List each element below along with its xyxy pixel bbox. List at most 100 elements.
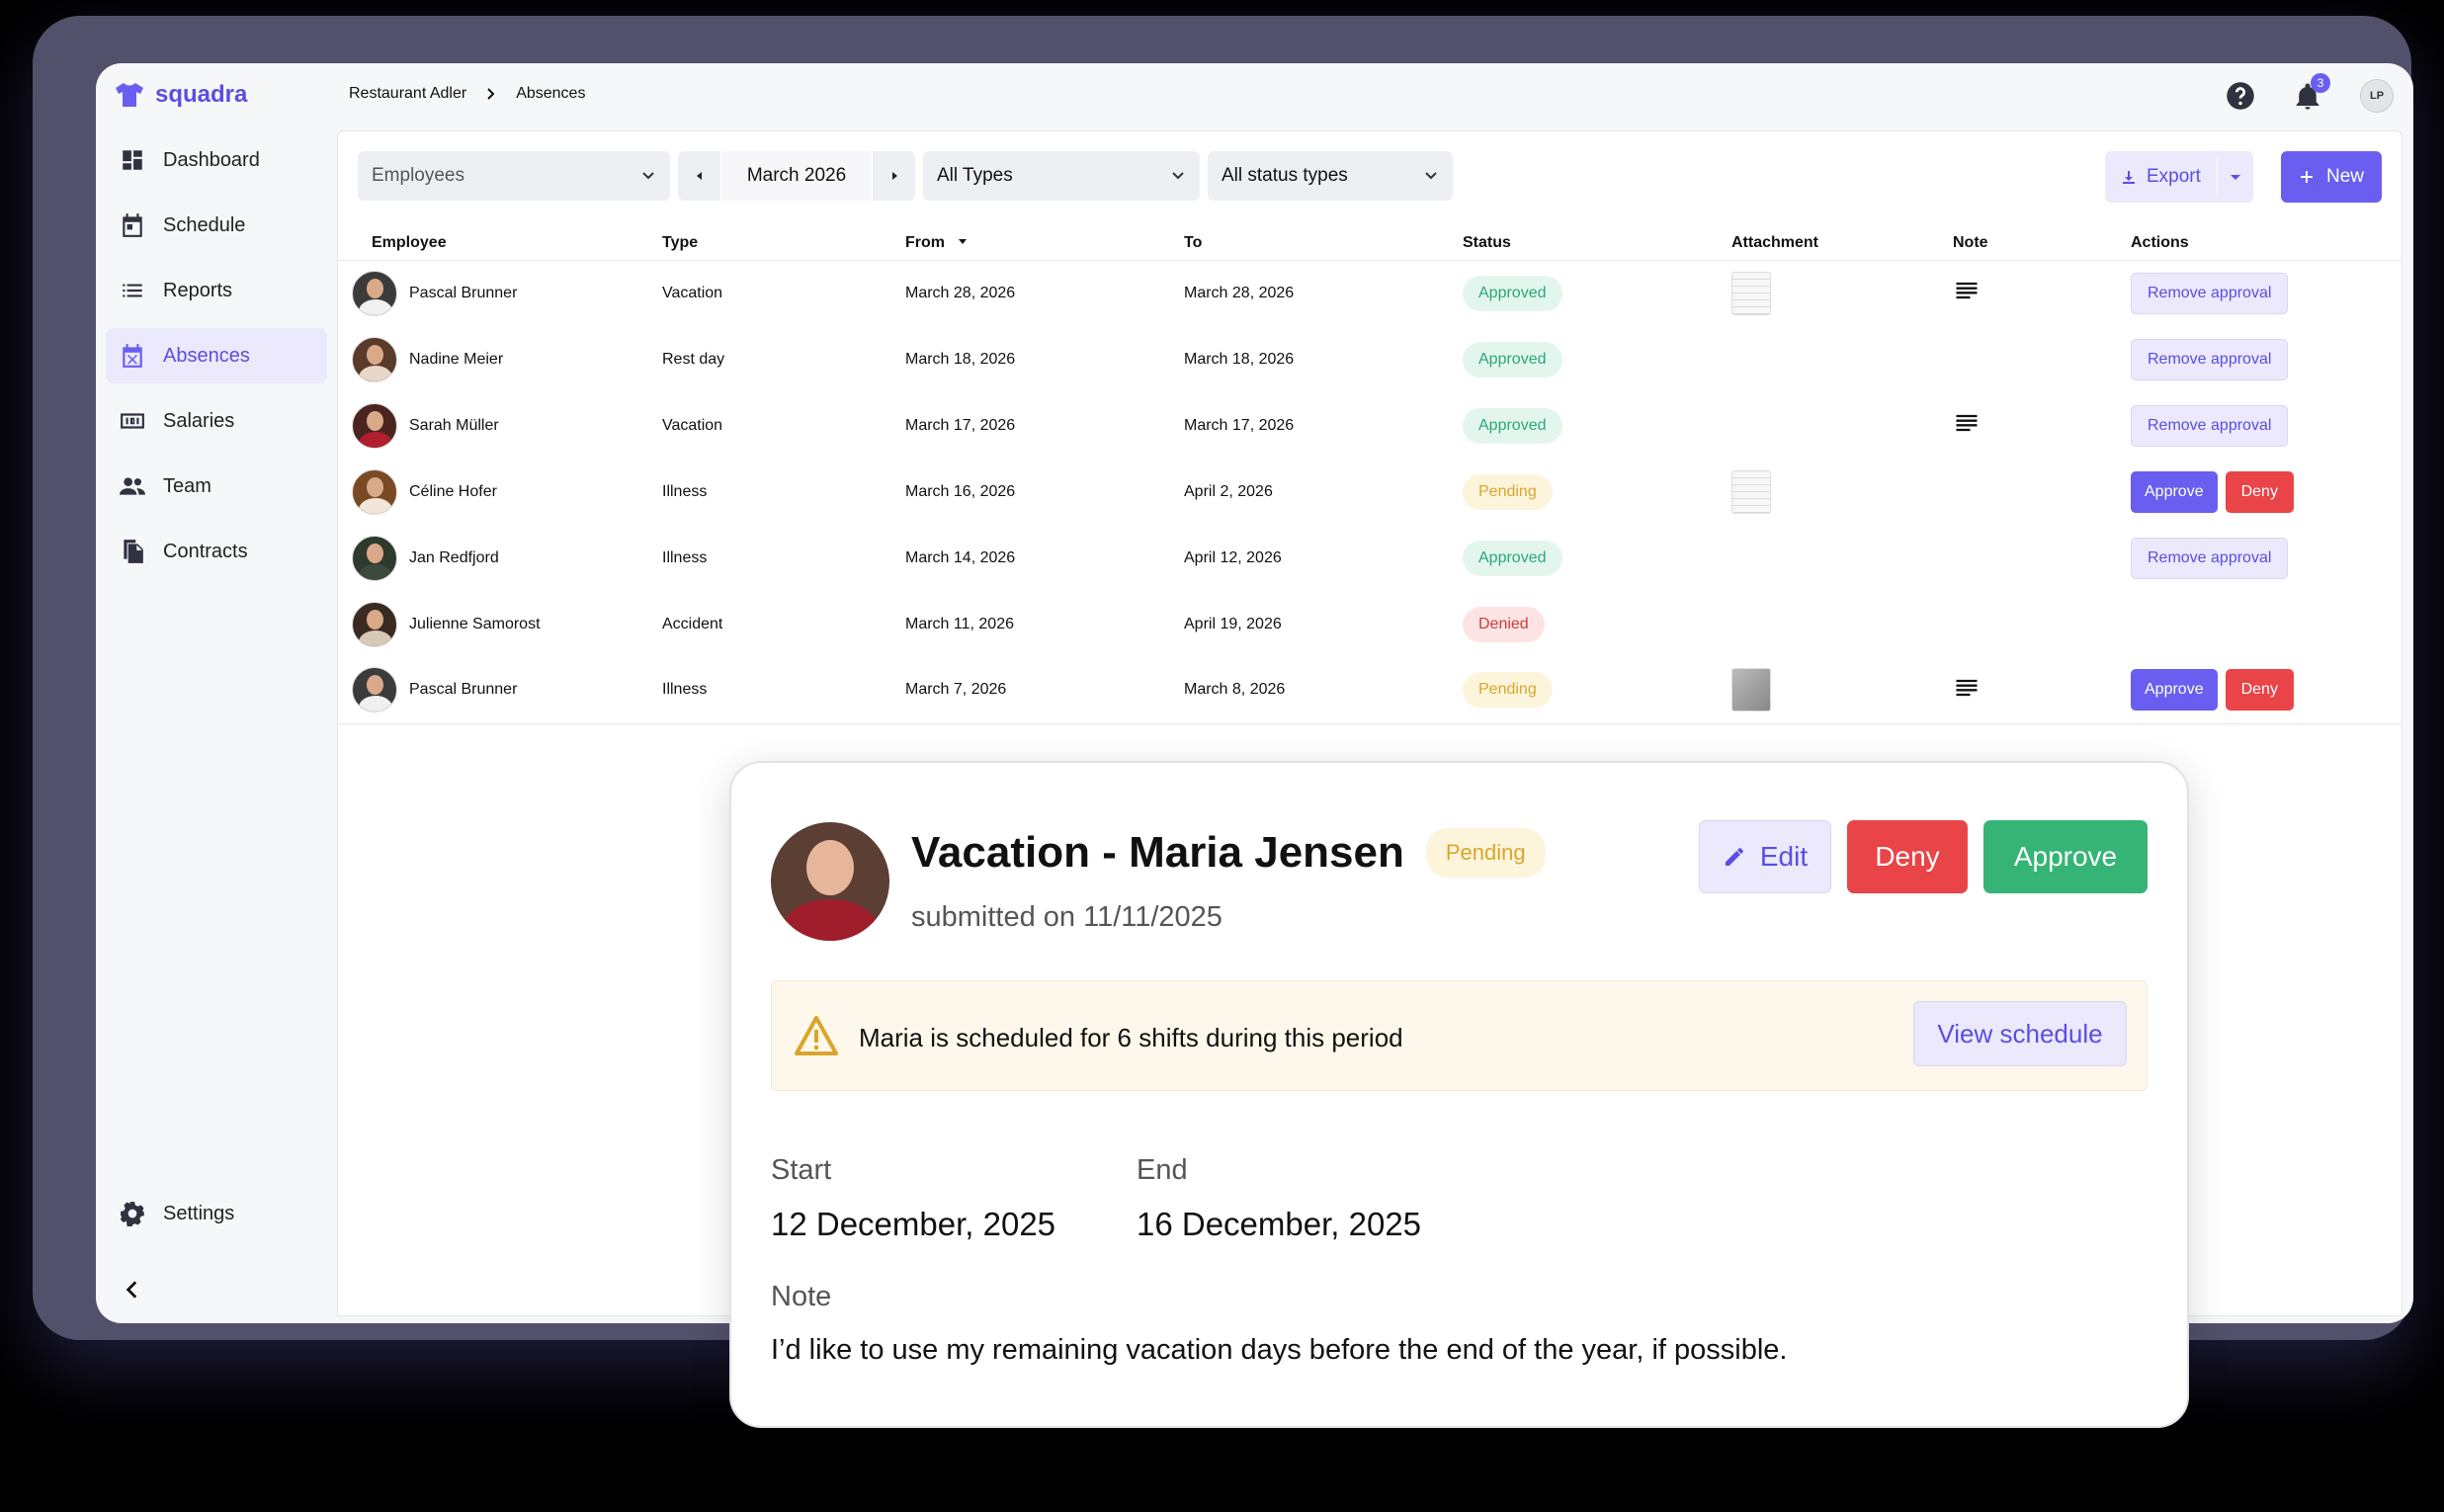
deny-button[interactable]: Deny (1847, 820, 1968, 893)
caret-left-icon (696, 172, 702, 180)
column-header-actions: Actions (2131, 230, 2402, 261)
approve-button[interactable]: Approve (1983, 820, 2148, 893)
app-name: squadra (155, 81, 248, 108)
warning-text: Maria is scheduled for 6 shifts during t… (859, 1023, 1403, 1052)
table-row[interactable]: Pascal Brunner Vacation March 28, 2026 Marc… (338, 260, 2402, 326)
attachment-cell (1731, 591, 1953, 657)
next-month-button[interactable] (872, 151, 915, 201)
to-cell: March 8, 2026 (1184, 657, 1463, 724)
user-avatar[interactable]: LP (2360, 79, 2394, 113)
from-cell: March 11, 2026 (905, 615, 1014, 632)
employees-select[interactable]: Employees (358, 151, 670, 201)
help-button[interactable] (2226, 81, 2255, 111)
breadcrumb-item[interactable]: Restaurant Adler (349, 85, 466, 103)
from-cell: March 17, 2026 (905, 416, 1016, 434)
employee-cell: Pascal Brunner (352, 270, 662, 316)
note-cell (1953, 326, 2131, 392)
approve-row-button[interactable]: Approve (2131, 669, 2218, 712)
employee-avatar (352, 535, 397, 581)
table-row[interactable]: Céline Hofer Illness March 16, 2026 April 2… (338, 459, 2402, 525)
employee-photo (771, 822, 889, 941)
column-header-employee: Employee (338, 230, 662, 261)
table-row[interactable]: Jan Redfjord Illness March 14, 2026 April 1… (338, 525, 2402, 591)
table-row[interactable]: Nadine Meier Rest day March 18, 2026 March … (338, 326, 2402, 392)
employee-name[interactable]: Julienne Samorost (409, 616, 541, 633)
type-select-value: All Types (937, 165, 1013, 186)
employee-name[interactable]: Céline Hofer (409, 483, 497, 501)
attachment-thumbnail[interactable] (1731, 271, 1771, 315)
table-row[interactable]: Julienne Samorost Accident March 11, 2026 A… (338, 591, 2402, 657)
current-month[interactable]: March 2026 (721, 151, 872, 201)
warning-icon (795, 1016, 838, 1055)
remove-approval-button[interactable]: Remove approval (2131, 338, 2289, 380)
breadcrumb: Restaurant Adler Absences (349, 85, 585, 103)
employee-name[interactable]: Pascal Brunner (409, 681, 517, 699)
new-absence-button[interactable]: New (2281, 151, 2382, 203)
employee-name[interactable]: Pascal Brunner (409, 285, 517, 302)
document-icon (124, 540, 143, 563)
sidebar-item-reports[interactable]: Reports (106, 263, 327, 318)
notification-badge: 3 (2311, 73, 2330, 93)
edit-button[interactable]: Edit (1699, 820, 1831, 893)
sidebar-item-label: Salaries (163, 409, 235, 432)
end-value: 16 December, 2025 (1137, 1206, 1422, 1242)
status-select[interactable]: All status types (1208, 151, 1453, 201)
sidebar-item-label: Schedule (163, 213, 246, 236)
note-value: I’d like to use my remaining vacation da… (771, 1334, 1788, 1366)
chevron-down-icon (1425, 172, 1437, 180)
plus-icon (2300, 171, 2313, 183)
table-row[interactable]: Pascal Brunner Illness March 7, 2026 March … (338, 657, 2402, 724)
edit-label: Edit (1759, 841, 1809, 872)
end-label: End (1137, 1154, 1188, 1186)
sidebar-item-contracts[interactable]: Contracts (106, 524, 327, 579)
employee-name[interactable]: Sarah Müller (409, 417, 499, 435)
note-button[interactable] (1953, 679, 1980, 706)
avatar-face (806, 840, 854, 895)
table-row[interactable]: Sarah Müller Vacation March 17, 2026 March … (338, 392, 2402, 459)
note-button[interactable] (1953, 414, 1980, 441)
view-schedule-button[interactable]: View schedule (1913, 1001, 2127, 1066)
note-label: Note (771, 1281, 832, 1312)
from-cell: March 16, 2026 (905, 482, 1016, 500)
pencil-icon (1725, 848, 1743, 866)
shirt-logo-icon (116, 83, 143, 107)
note-lines-icon (1956, 414, 1978, 432)
approve-row-button[interactable]: Approve (2131, 470, 2218, 513)
sidebar-item-team[interactable]: Team (106, 459, 327, 514)
deny-row-button[interactable]: Deny (2225, 669, 2294, 712)
status-badge: Pending (1463, 672, 1553, 709)
submitted-date: submitted on 11/11/2025 (911, 901, 1222, 933)
actions-cell: Approve Deny (2131, 657, 2402, 724)
column-header-from[interactable]: From (905, 230, 1184, 261)
deny-row-button[interactable]: Deny (2225, 470, 2294, 513)
note-button[interactable] (1953, 283, 1980, 308)
employee-cell: Nadine Meier (352, 336, 662, 382)
type-select[interactable]: All Types (923, 151, 1200, 201)
sidebar-nav: Dashboard Schedule Reports Absences Sala… (106, 132, 327, 589)
sidebar-item-schedule[interactable]: Schedule (106, 198, 327, 253)
collapse-sidebar-button[interactable] (120, 1277, 145, 1302)
sidebar-item-settings[interactable]: Settings (106, 1186, 327, 1241)
caret-right-icon (891, 172, 897, 180)
employee-avatar (352, 468, 397, 515)
to-cell: March 28, 2026 (1184, 284, 1295, 301)
attachment-thumbnail[interactable] (1731, 668, 1771, 713)
export-button[interactable]: Export (2105, 151, 2253, 203)
remove-approval-button[interactable]: Remove approval (2131, 537, 2289, 579)
remove-approval-button[interactable]: Remove approval (2131, 272, 2289, 314)
sidebar-item-salaries[interactable]: Salaries (106, 393, 327, 449)
from-cell: March 18, 2026 (905, 350, 1016, 368)
caret-down-icon[interactable] (2228, 169, 2243, 185)
employee-name[interactable]: Nadine Meier (409, 351, 503, 369)
sidebar-item-dashboard[interactable]: Dashboard (106, 132, 327, 188)
remove-approval-button[interactable]: Remove approval (2131, 404, 2289, 447)
attachment-cell (1731, 525, 1953, 591)
logo[interactable]: squadra (114, 79, 247, 111)
previous-month-button[interactable] (678, 151, 721, 201)
notifications-button[interactable]: 3 (2293, 73, 2330, 111)
sidebar-item-absences[interactable]: Absences (106, 328, 327, 383)
employee-name[interactable]: Jan Redfjord (409, 549, 499, 567)
status-badge: Approved (1463, 407, 1562, 444)
attachment-thumbnail[interactable] (1731, 469, 1771, 514)
chevron-down-icon (642, 172, 654, 180)
